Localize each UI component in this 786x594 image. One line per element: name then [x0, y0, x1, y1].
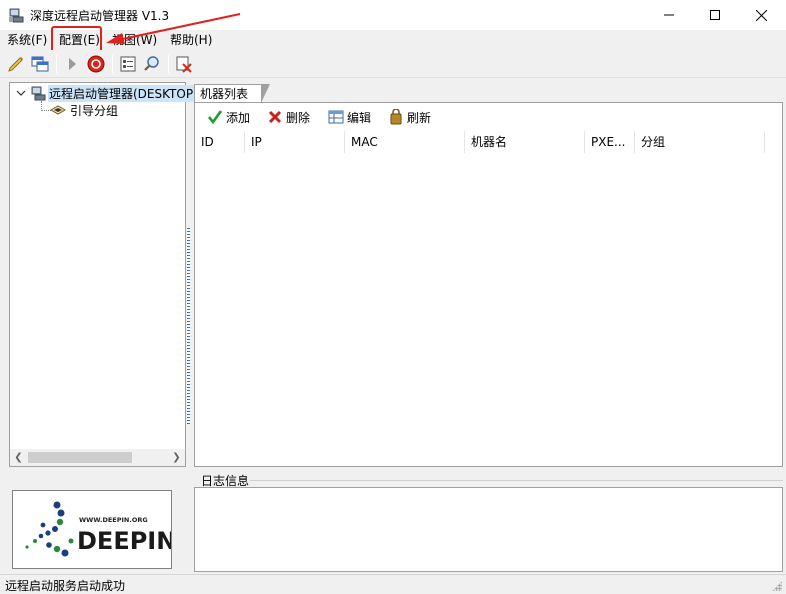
chevron-down-icon[interactable] [16, 88, 26, 98]
edit-label: 编辑 [347, 110, 372, 125]
edit-tool-button[interactable] [6, 54, 26, 74]
checkmark-icon [207, 110, 223, 125]
delete-button[interactable]: 删除 [267, 108, 310, 126]
deepin-logo: WWW.DEEPIN.ORG DEEPIN [25, 501, 176, 557]
window-tool-button[interactable] [30, 54, 50, 74]
minimize-button[interactable] [646, 0, 692, 30]
resize-grip[interactable] [772, 581, 782, 591]
toolbar-separator [56, 55, 57, 73]
search-icon [144, 56, 159, 71]
scroll-left-icon[interactable]: ❮ [10, 449, 27, 466]
column-pxe[interactable]: PXE... [585, 131, 635, 153]
window-icon [31, 56, 49, 72]
properties-button[interactable] [118, 54, 138, 74]
window-title: 深度远程启动管理器 V1.3 [30, 9, 170, 23]
status-text: 远程启动服务启动成功 [5, 579, 126, 593]
column-mac[interactable]: MAC [345, 131, 465, 153]
tree-child-label: 引导分组 [70, 103, 119, 118]
refresh-label: 刷新 [407, 110, 432, 125]
search-button[interactable] [142, 54, 162, 74]
log-divider [250, 480, 783, 481]
properties-icon [120, 56, 136, 72]
stop-icon [87, 55, 105, 73]
tree-child-item[interactable]: 引导分组 [50, 102, 118, 118]
add-button[interactable]: 添加 [207, 108, 250, 126]
logo-brand: DEEPIN [77, 527, 171, 555]
edit-button[interactable]: 编辑 [328, 108, 371, 126]
log-panel[interactable] [194, 487, 783, 572]
menu-help[interactable]: 帮助(H) [168, 32, 214, 48]
delete-label: 删除 [286, 110, 311, 125]
maximize-button[interactable] [692, 0, 738, 30]
tree-view[interactable]: 远程启动管理器(DESKTOP 引导分组 ❮ ❯ [9, 82, 195, 467]
title-bar: 深度远程启动管理器 V1.3 [0, 0, 786, 30]
column-group[interactable]: 分组 [635, 131, 765, 153]
close-icon [755, 9, 767, 21]
splitter-grip[interactable] [187, 228, 190, 424]
tab-machine-list[interactable]: 机器列表 [194, 84, 270, 103]
toolbar [0, 50, 786, 78]
menu-system[interactable]: 系统(F) [5, 32, 49, 48]
delete-icon [268, 110, 282, 124]
scroll-right-icon[interactable]: ❯ [168, 449, 185, 466]
scroll-thumb[interactable] [28, 452, 132, 463]
logo-site: WWW.DEEPIN.ORG [79, 516, 148, 524]
menu-view[interactable]: 视图(W) [110, 32, 159, 48]
list-header: ID IP MAC 机器名 PXE... 分组 [195, 131, 782, 153]
exit-button[interactable] [174, 54, 194, 74]
app-icon [8, 7, 24, 23]
toolbar-separator [112, 55, 113, 73]
refresh-button[interactable]: 刷新 [388, 108, 431, 126]
list-toolbar: 添加 删除 编辑 刷新 [195, 103, 782, 130]
tree-root-item[interactable]: 远程启动管理器(DESKTOP [16, 84, 195, 102]
logo-panel: WWW.DEEPIN.ORG DEEPIN [12, 490, 176, 569]
annotation-highlight-box [51, 26, 102, 53]
exit-icon [176, 56, 192, 73]
edit-grid-icon [328, 110, 344, 124]
stop-button[interactable] [86, 54, 106, 74]
column-machine-name[interactable]: 机器名 [465, 131, 585, 153]
tree-horizontal-scrollbar[interactable]: ❮ ❯ [10, 449, 185, 466]
maximize-icon [710, 10, 720, 20]
boot-group-icon [50, 105, 66, 115]
tree-root-label: 远程启动管理器(DESKTOP [48, 84, 195, 102]
minimize-icon [664, 14, 674, 16]
column-id[interactable]: ID [195, 131, 245, 153]
add-label: 添加 [226, 110, 251, 125]
menu-bar: 系统(F) 配置(E) 视图(W) 帮助(H) [0, 30, 786, 50]
server-icon [31, 86, 46, 101]
refresh-icon [390, 109, 402, 125]
arrow-right-icon [69, 58, 76, 70]
machine-list-panel: 添加 删除 编辑 刷新 ID IP MAC 机器名 PXE... 分组 [194, 102, 783, 467]
panel-splitter[interactable] [186, 228, 191, 424]
start-button[interactable] [62, 54, 82, 74]
pencil-icon [8, 57, 23, 72]
close-button[interactable] [738, 0, 784, 30]
column-ip[interactable]: IP [245, 131, 345, 153]
toolbar-separator [168, 55, 169, 73]
status-bar: 远程启动服务启动成功 [0, 574, 786, 594]
